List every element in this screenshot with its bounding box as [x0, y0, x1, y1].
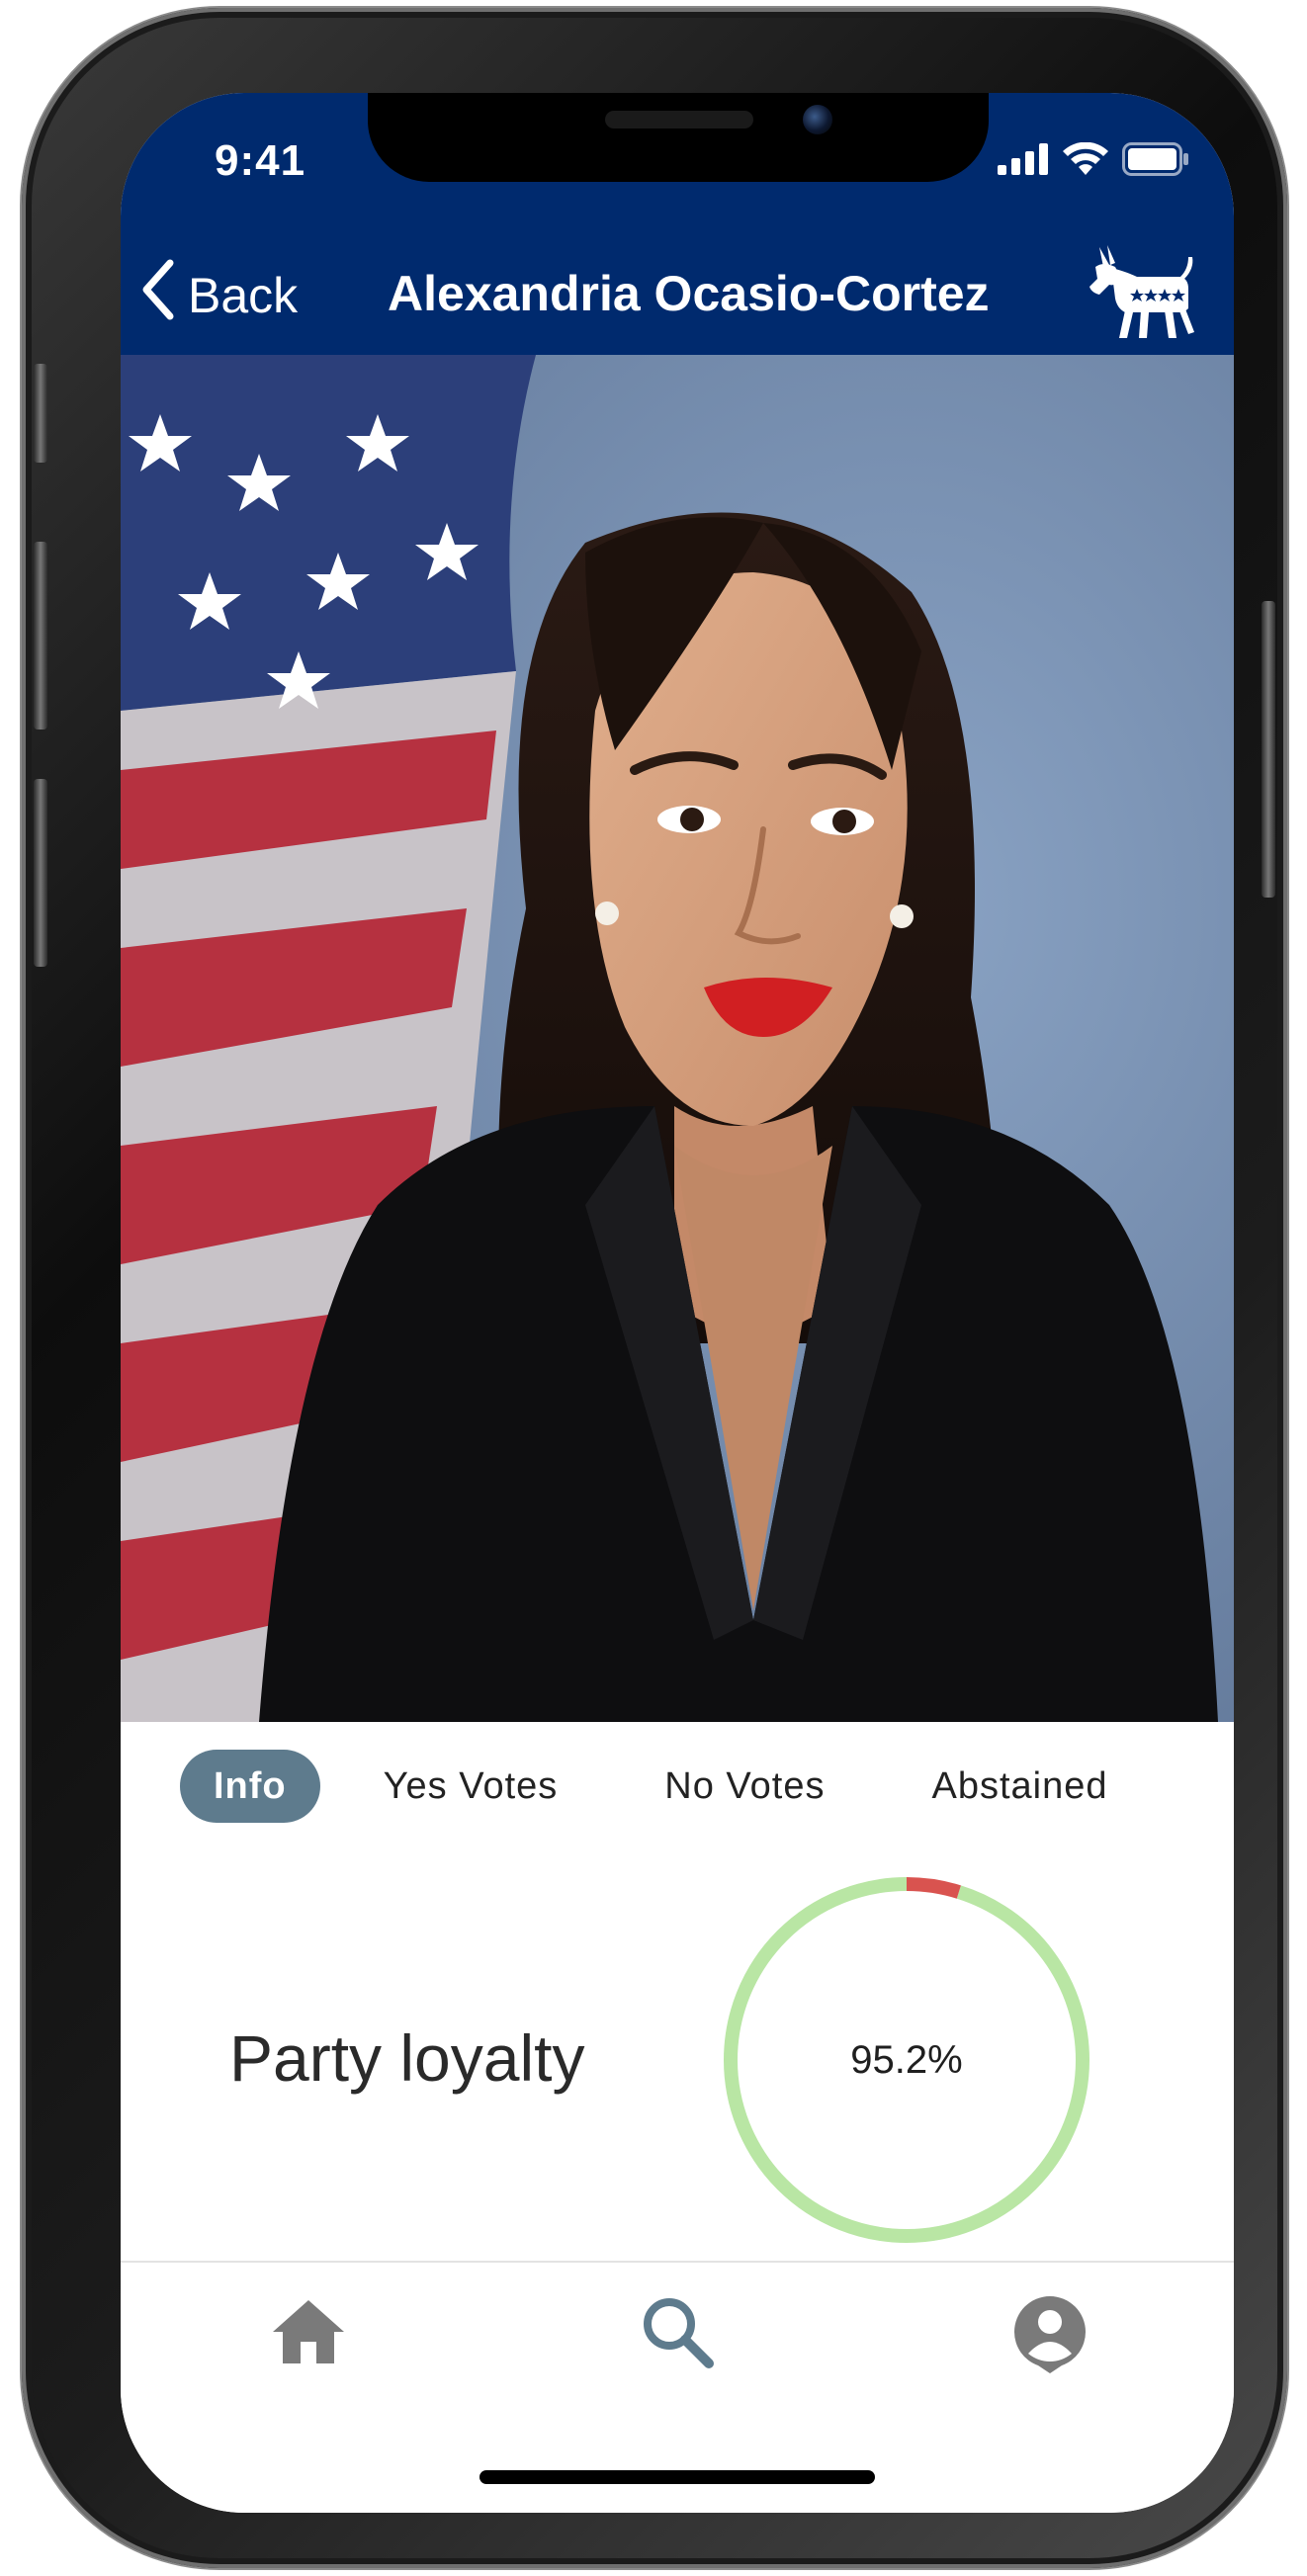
tab-info[interactable]: Info: [180, 1750, 320, 1823]
search-icon[interactable]: [638, 2292, 717, 2376]
notch: [368, 93, 989, 182]
signal-icon: [998, 143, 1049, 180]
back-label: Back: [188, 268, 299, 323]
status-icons: [998, 141, 1189, 181]
volume-down-button: [34, 779, 47, 967]
speaker-grille: [605, 111, 753, 129]
page-title: Alexandria Ocasio-Cortez: [388, 266, 990, 321]
tab-no-votes[interactable]: No Votes: [641, 1750, 848, 1823]
loyalty-ring: 95.2%: [719, 1872, 1094, 2248]
silent-switch: [34, 364, 47, 463]
bottom-nav: [121, 2261, 1234, 2513]
party-loyalty-section: Party loyalty 95.2%: [121, 1862, 1234, 2258]
battery-icon: [1122, 142, 1189, 181]
chevron-left-icon: [140, 259, 176, 332]
screen: 9:41 Back Alexandria Ocasio-Cortez Info …: [121, 93, 1234, 2513]
home-icon[interactable]: [269, 2292, 348, 2376]
party-loyalty-value: 95.2%: [850, 2037, 963, 2082]
status-time: 9:41: [215, 136, 306, 185]
back-button[interactable]: Back: [140, 259, 298, 332]
tab-abstained[interactable]: Abstained: [908, 1750, 1131, 1823]
tab-bar: Info Yes Votes No Votes Abstained: [121, 1722, 1234, 1850]
power-button: [1262, 601, 1275, 898]
party-loyalty-label: Party loyalty: [229, 2021, 585, 2095]
nav-bar: Back Alexandria Ocasio-Cortez: [121, 245, 1234, 338]
front-camera: [803, 105, 832, 134]
volume-up-button: [34, 542, 47, 730]
wifi-icon: [1063, 141, 1108, 181]
democrat-donkey-icon: [1086, 243, 1194, 347]
tab-yes-votes[interactable]: Yes Votes: [360, 1750, 582, 1823]
app-header: 9:41 Back Alexandria Ocasio-Cortez: [121, 93, 1234, 355]
portrait-photo: [121, 355, 1234, 1722]
profile-icon[interactable]: [1010, 2292, 1089, 2380]
home-indicator[interactable]: [479, 2470, 875, 2484]
phone-frame: 9:41 Back Alexandria Ocasio-Cortez Info …: [22, 8, 1287, 2568]
